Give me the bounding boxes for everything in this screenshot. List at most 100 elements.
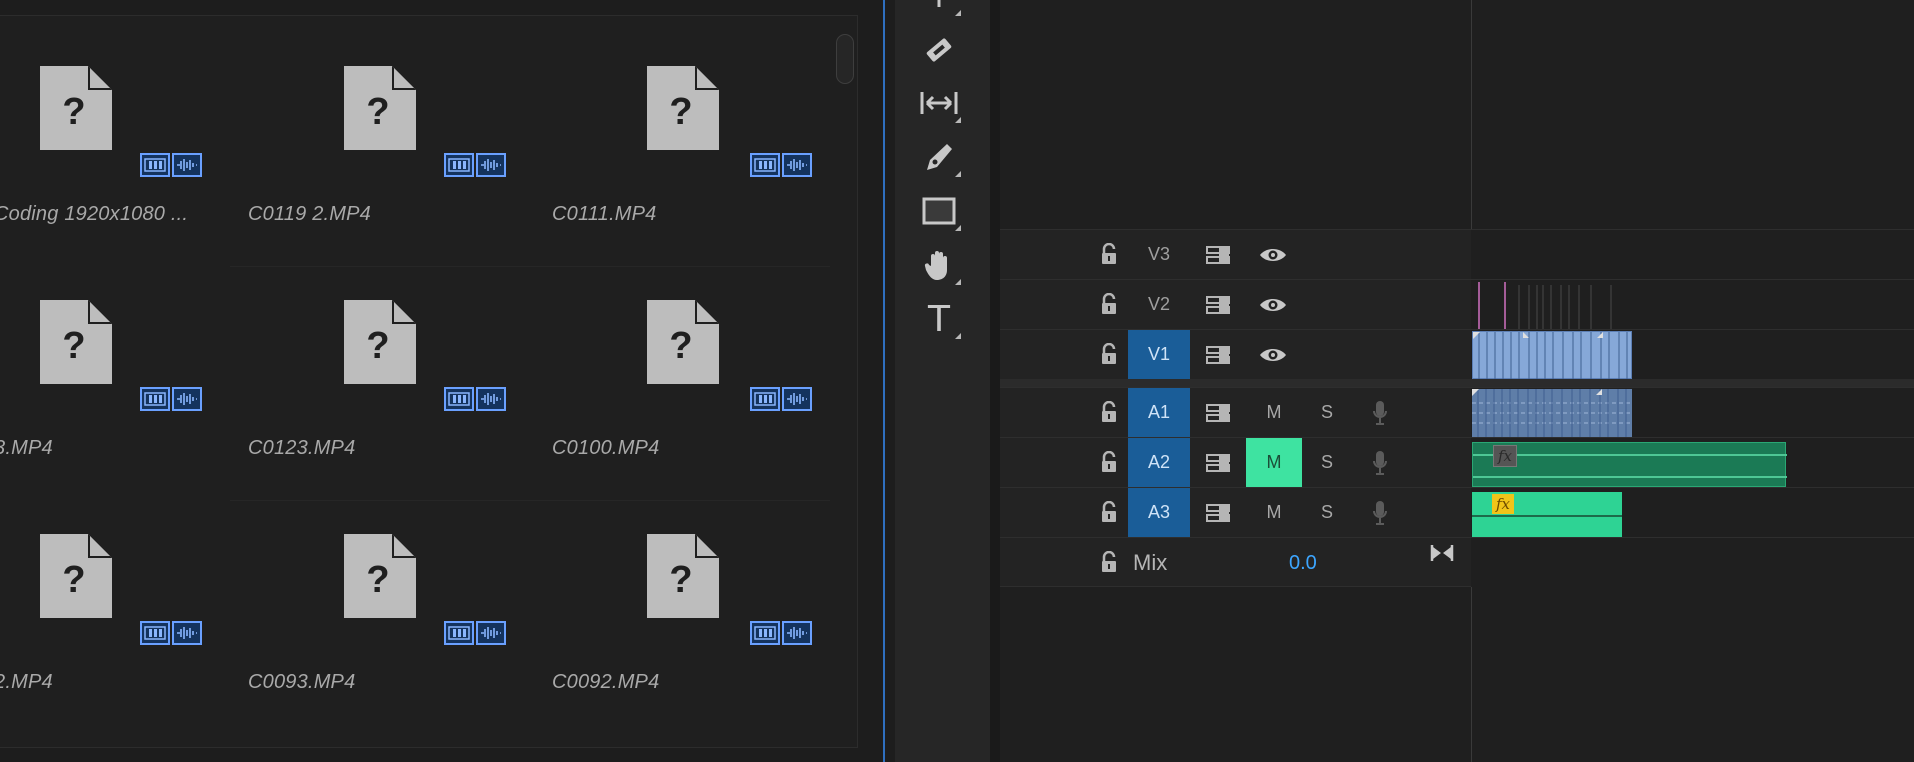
video-badge-icon <box>750 387 780 411</box>
video-clip[interactable] <box>1472 331 1632 380</box>
panel-divider[interactable] <box>990 0 1000 762</box>
clip-item[interactable]: ? Coding 1920x1080 ... <box>0 16 260 225</box>
razor-tool[interactable] <box>917 28 961 72</box>
track-lane-a1[interactable] <box>1471 387 1914 437</box>
sync-lock-icon[interactable] <box>1205 403 1231 423</box>
type-tool[interactable]: T <box>917 297 961 341</box>
clip-item[interactable]: ? 3.MP4 <box>0 250 260 459</box>
track-label-a3[interactable]: A3 <box>1128 488 1190 537</box>
clip-name: C0119 2.MP4 <box>248 203 372 225</box>
mute-button-a2[interactable]: M <box>1246 438 1302 487</box>
razor-icon <box>926 38 952 62</box>
fx-badge-icon[interactable]: fx <box>1492 494 1514 514</box>
clip-item[interactable]: ? 2.MP4 <box>0 484 260 693</box>
project-panel: ? Coding 1920x1080 ... ? C0119 2.MP4 ? C… <box>0 0 885 762</box>
audio-clip[interactable]: fx <box>1472 492 1622 538</box>
eye-icon[interactable] <box>1258 246 1288 264</box>
pen-tool[interactable] <box>917 135 961 179</box>
lock-icon[interactable] <box>1100 551 1118 573</box>
lock-icon[interactable] <box>1100 243 1118 265</box>
microphone-icon[interactable] <box>1372 450 1388 476</box>
microphone-icon[interactable] <box>1372 500 1388 526</box>
track-lane-v3[interactable] <box>1471 229 1914 279</box>
svg-text:?: ? <box>669 91 692 133</box>
clip-item[interactable]: ? C0100.MP4 <box>548 250 812 459</box>
vertical-scrollbar[interactable] <box>836 34 854 84</box>
ripple-edit-tool[interactable] <box>917 0 961 18</box>
unknown-file-icon: ? <box>40 534 112 618</box>
sync-lock-icon[interactable] <box>1205 295 1231 315</box>
timeline-panel: V3 V2 V1 A1 M S A2 M S fx A3 M S fx Mix … <box>1000 0 1914 762</box>
track-label-v2[interactable]: V2 <box>1128 280 1190 329</box>
mix-label: Mix <box>1133 550 1168 575</box>
track-header-a1: A1 M S <box>1000 387 1471 437</box>
clip-item[interactable]: ? C0092.MP4 <box>548 484 812 693</box>
svg-text:?: ? <box>669 325 692 367</box>
media-type-badges <box>140 153 202 177</box>
track-label-v3[interactable]: V3 <box>1128 230 1190 279</box>
lock-icon[interactable] <box>1100 451 1118 473</box>
unknown-file-icon: ? <box>647 300 719 384</box>
timeline-empty-area <box>1000 0 1914 229</box>
clip-item[interactable]: ? C0119 2.MP4 <box>244 16 506 225</box>
hand-icon <box>924 251 947 280</box>
lock-icon[interactable] <box>1100 343 1118 365</box>
audio-badge-icon <box>172 621 202 645</box>
clip-item[interactable]: ? C0111.MP4 <box>548 16 812 225</box>
track-lane-a2[interactable]: fx <box>1471 437 1914 487</box>
audio-badge-icon <box>476 153 506 177</box>
mix-volume-value[interactable]: 0.0 <box>1289 552 1317 575</box>
sync-lock-icon[interactable] <box>1205 453 1231 473</box>
rectangle-icon <box>922 197 956 225</box>
mute-button-a3[interactable]: M <box>1246 488 1302 537</box>
solo-button-a3[interactable]: S <box>1302 488 1352 537</box>
unknown-file-icon: ? <box>40 66 112 150</box>
track-label-v1[interactable]: V1 <box>1128 330 1190 379</box>
mute-button-a1[interactable]: M <box>1246 388 1302 437</box>
sync-lock-icon[interactable] <box>1205 503 1231 523</box>
track-label-a1[interactable]: A1 <box>1128 388 1190 437</box>
track-header-v3: V3 <box>1000 229 1471 279</box>
video-audio-divider[interactable] <box>1000 379 1914 387</box>
track-lane-v1[interactable] <box>1471 329 1914 380</box>
solo-button-a1[interactable]: S <box>1302 388 1352 437</box>
media-type-badges <box>140 387 202 411</box>
clip-name: C0123.MP4 <box>248 437 356 459</box>
track-label-a2[interactable]: A2 <box>1128 438 1190 487</box>
svg-text:?: ? <box>366 559 389 601</box>
svg-text:?: ? <box>669 559 692 601</box>
track-lane-v2[interactable] <box>1471 279 1914 330</box>
audio-clip[interactable] <box>1472 389 1632 437</box>
video-badge-icon <box>140 621 170 645</box>
eye-icon[interactable] <box>1258 346 1288 364</box>
rectangle-tool[interactable] <box>917 189 961 233</box>
unknown-file-icon: ? <box>344 300 416 384</box>
video-badge-icon <box>444 153 474 177</box>
eye-icon[interactable] <box>1258 296 1288 314</box>
hand-tool[interactable] <box>917 243 961 287</box>
solo-button-a2[interactable]: S <box>1302 438 1352 487</box>
clip-name: 3.MP4 <box>0 437 53 459</box>
track-lane-a3[interactable]: fx <box>1471 487 1914 538</box>
slip-tool[interactable] <box>917 81 961 125</box>
clip-cut-lines <box>1473 332 1628 380</box>
lock-icon[interactable] <box>1100 293 1118 315</box>
video-badge-icon <box>140 387 170 411</box>
lock-icon[interactable] <box>1100 501 1118 523</box>
svg-text:?: ? <box>62 91 85 133</box>
sync-lock-icon[interactable] <box>1205 245 1231 265</box>
clip-item[interactable]: ? C0123.MP4 <box>244 250 506 459</box>
audio-clip-muted[interactable]: fx <box>1472 442 1787 487</box>
sync-lock-icon[interactable] <box>1205 345 1231 365</box>
audio-badge-icon <box>172 153 202 177</box>
go-to-in-out-icon[interactable] <box>1430 544 1454 562</box>
audio-badge-icon <box>476 387 506 411</box>
microphone-icon[interactable] <box>1372 400 1388 426</box>
project-bin-icon-view: ? Coding 1920x1080 ... ? C0119 2.MP4 ? C… <box>0 15 858 748</box>
edit-markers <box>1478 282 1612 330</box>
fx-badge-icon[interactable]: fx <box>1493 445 1517 467</box>
audio-waveform <box>1472 389 1632 437</box>
lock-icon[interactable] <box>1100 401 1118 423</box>
video-badge-icon <box>750 621 780 645</box>
clip-item[interactable]: ? C0093.MP4 <box>244 484 506 693</box>
